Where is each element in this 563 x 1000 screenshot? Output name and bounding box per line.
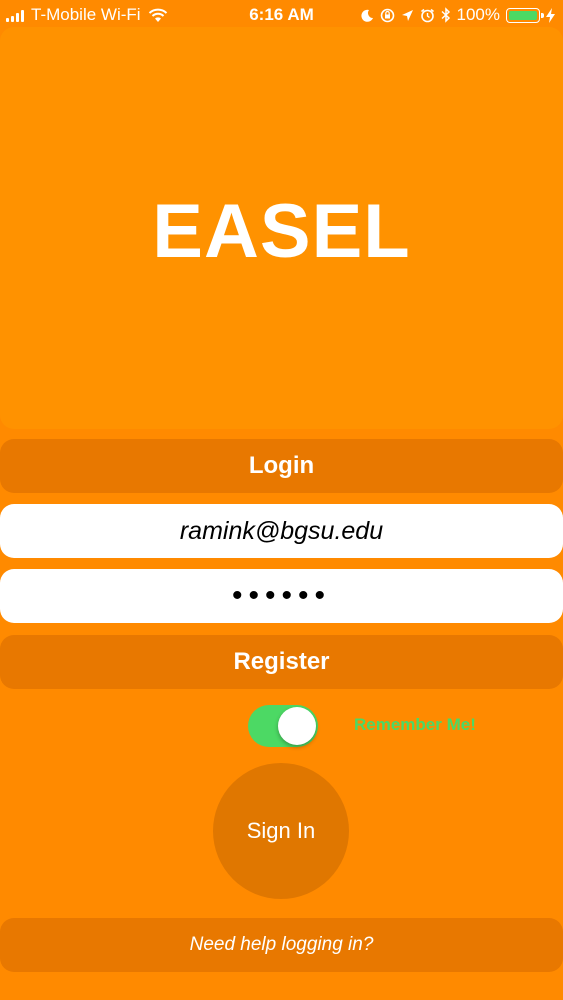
rotation-lock-icon bbox=[380, 8, 394, 22]
remember-me-label: Remember Me! bbox=[354, 715, 476, 734]
location-icon bbox=[401, 9, 413, 21]
status-bar-right: 100% bbox=[360, 5, 555, 25]
moon-icon bbox=[360, 9, 373, 22]
register-button[interactable]: Register bbox=[0, 635, 563, 689]
remember-me-toggle[interactable] bbox=[248, 705, 318, 747]
status-bar: T-Mobile Wi-Fi 6:16 AM 100% bbox=[0, 0, 563, 30]
sign-in-button[interactable]: Sign In bbox=[213, 763, 349, 899]
alarm-icon bbox=[420, 8, 434, 22]
login-button[interactable]: Login bbox=[0, 439, 563, 493]
battery-icon bbox=[506, 7, 544, 23]
battery-percent: 100% bbox=[456, 5, 500, 24]
bluetooth-icon bbox=[441, 7, 450, 23]
help-link[interactable]: Need help logging in? bbox=[0, 918, 563, 972]
app-title: EASEL bbox=[152, 189, 411, 274]
password-field[interactable]: •••••• bbox=[0, 569, 563, 623]
email-field[interactable]: ramink@bgsu.edu bbox=[0, 504, 563, 558]
charging-icon bbox=[546, 7, 555, 23]
toggle-knob bbox=[278, 707, 316, 745]
